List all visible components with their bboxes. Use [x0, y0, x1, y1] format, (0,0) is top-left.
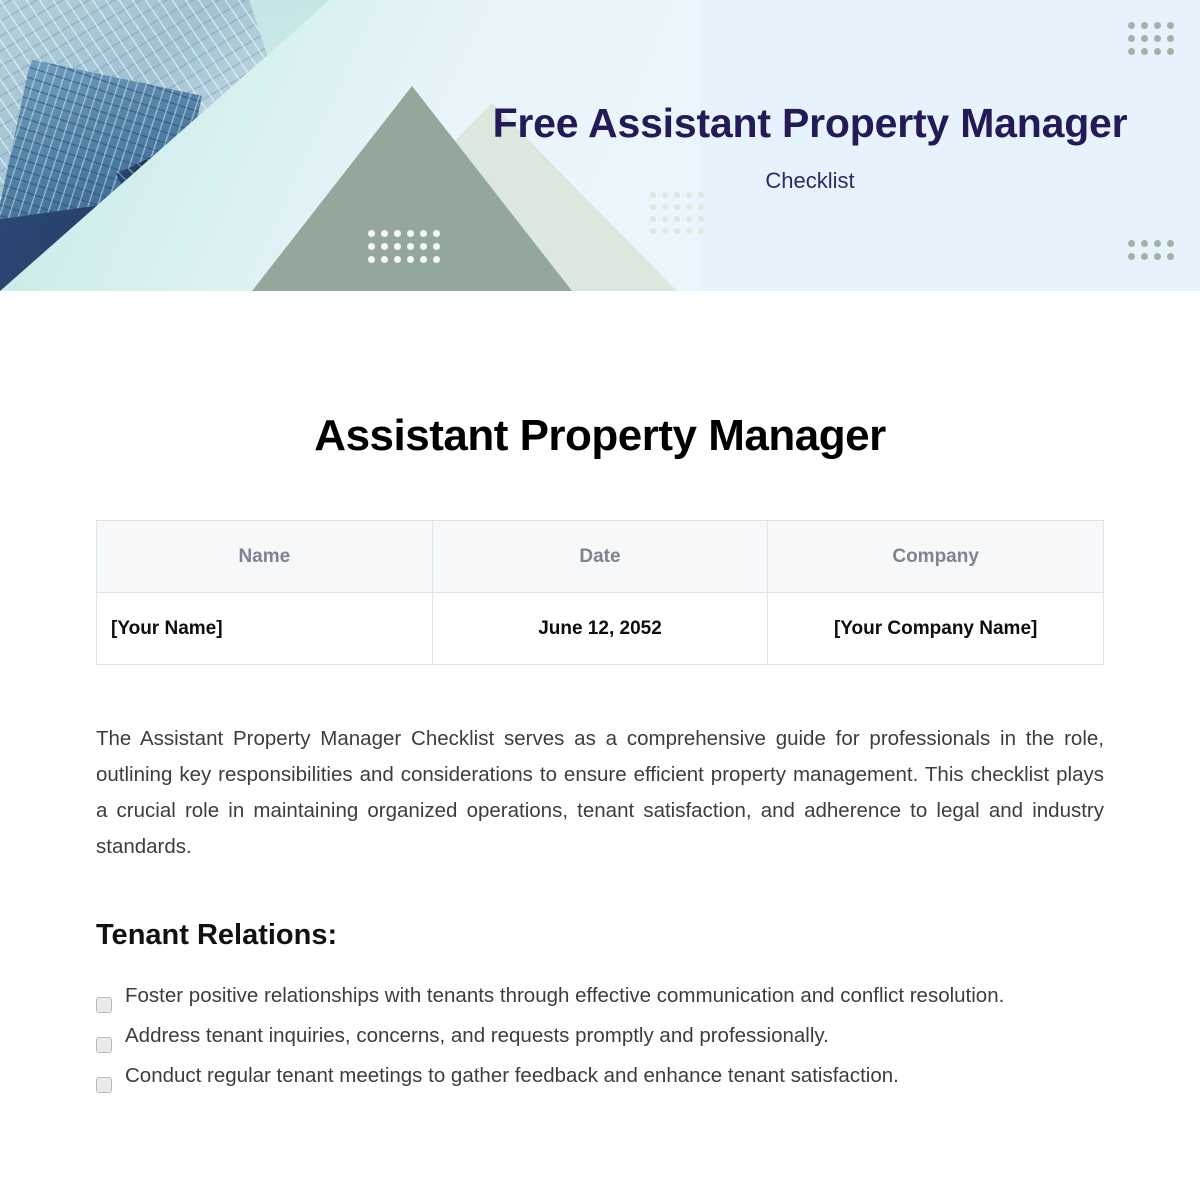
dot: [1141, 240, 1148, 247]
checkbox-icon[interactable]: [96, 1037, 112, 1053]
info-table-row: [Your Name] June 12, 2052 [Your Company …: [96, 592, 1104, 665]
dot: [381, 230, 388, 237]
dot: [1128, 35, 1135, 42]
dot: [433, 243, 440, 250]
dot: [698, 216, 704, 222]
dot: [381, 256, 388, 263]
dot: [674, 228, 680, 234]
dot: [1167, 240, 1174, 247]
checklist-item[interactable]: Conduct regular tenant meetings to gathe…: [96, 1058, 1104, 1094]
dot: [650, 228, 656, 234]
dot-grid-triangle-icon: [368, 230, 446, 269]
dot: [662, 204, 668, 210]
dot: [686, 204, 692, 210]
dot: [433, 256, 440, 263]
info-table-header-date: Date: [431, 520, 769, 593]
dot: [368, 230, 375, 237]
dot: [368, 243, 375, 250]
dot: [368, 256, 375, 263]
dot: [1154, 240, 1161, 247]
dot: [674, 216, 680, 222]
info-table-header-name: Name: [96, 520, 433, 593]
dot-grid-center-icon: [650, 192, 710, 240]
dot: [1128, 48, 1135, 55]
dot: [407, 230, 414, 237]
dot: [1154, 253, 1161, 260]
page-banner: Free Assistant Property Manager Checklis…: [0, 0, 1200, 291]
dot: [650, 204, 656, 210]
checkbox-icon[interactable]: [96, 997, 112, 1013]
dot: [394, 256, 401, 263]
dot: [1128, 22, 1135, 29]
info-cell-date[interactable]: June 12, 2052: [431, 592, 769, 665]
checklist-item-label: Foster positive relationships with tenan…: [125, 984, 1005, 1007]
dot: [1167, 22, 1174, 29]
dot: [698, 228, 704, 234]
dot: [420, 230, 427, 237]
dot: [420, 256, 427, 263]
checklist-item[interactable]: Foster positive relationships with tenan…: [96, 978, 1104, 1014]
dot: [650, 216, 656, 222]
dot: [420, 243, 427, 250]
dot: [394, 243, 401, 250]
checklist-item[interactable]: Address tenant inquiries, concerns, and …: [96, 1018, 1104, 1054]
dot: [686, 228, 692, 234]
info-table-header-row: Name Date Company: [96, 520, 1104, 593]
banner-title: Free Assistant Property Manager: [492, 100, 1128, 146]
intro-paragraph: The Assistant Property Manager Checklist…: [96, 727, 1104, 858]
checklist-tenant-relations: Foster positive relationships with tenan…: [96, 978, 1104, 1094]
info-cell-company[interactable]: [Your Company Name]: [767, 592, 1104, 665]
dot: [662, 216, 668, 222]
checklist-item-label: Conduct regular tenant meetings to gathe…: [125, 1064, 899, 1087]
page-title: Assistant Property Manager: [314, 411, 886, 460]
dot: [407, 256, 414, 263]
dot: [1154, 22, 1161, 29]
dot: [1141, 22, 1148, 29]
dot: [433, 230, 440, 237]
section-heading-tenant-relations: Tenant Relations:: [96, 919, 338, 951]
dot: [1167, 35, 1174, 42]
dot: [407, 243, 414, 250]
info-table: Name Date Company [Your Name] June 12, 2…: [96, 520, 1104, 665]
dot: [1167, 253, 1174, 260]
info-table-header-company: Company: [767, 520, 1104, 593]
dot: [686, 216, 692, 222]
dot-grid-top-right-icon: [1128, 22, 1180, 61]
dot: [662, 228, 668, 234]
checkbox-icon[interactable]: [96, 1077, 112, 1093]
dot-grid-bottom-right-icon: [1128, 240, 1180, 266]
dot: [1154, 48, 1161, 55]
banner-subtitle: Checklist: [765, 168, 855, 193]
dot: [381, 243, 388, 250]
dot: [394, 230, 401, 237]
dot: [674, 204, 680, 210]
dot: [698, 204, 704, 210]
checklist-item-label: Address tenant inquiries, concerns, and …: [125, 1024, 829, 1047]
dot: [1141, 35, 1148, 42]
dot: [1167, 48, 1174, 55]
dot: [1141, 48, 1148, 55]
document-body: Assistant Property Manager Name Date Com…: [0, 411, 1200, 1094]
dot: [1154, 35, 1161, 42]
dot: [1141, 253, 1148, 260]
dot: [1128, 240, 1135, 247]
dot: [1128, 253, 1135, 260]
info-cell-name[interactable]: [Your Name]: [96, 592, 433, 665]
